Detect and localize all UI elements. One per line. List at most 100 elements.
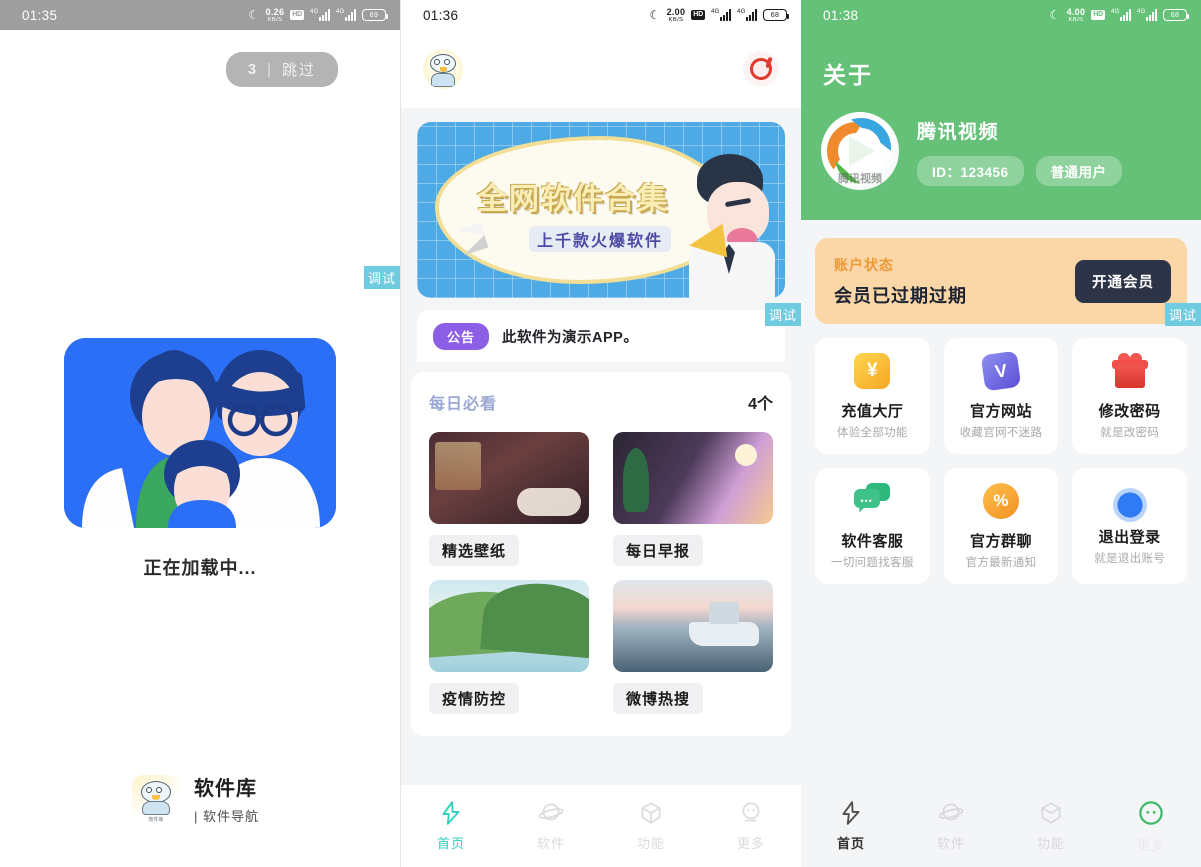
tab-more[interactable]: 更多	[701, 800, 801, 852]
skip-label: 跳过	[281, 62, 316, 79]
profile-block: 腾讯视频 腾讯视频 ID：123456 普通用户	[801, 90, 1201, 190]
tab-features[interactable]: 功能	[601, 800, 701, 852]
profile-info: 腾讯视频 ID：123456 普通用户	[917, 117, 1122, 186]
tile-thumbnail	[429, 580, 589, 672]
tab-label: 软件	[536, 836, 565, 851]
tab-label: 软件	[936, 836, 965, 851]
status-time: 01:36	[423, 7, 459, 23]
id-chip: ID：123456	[917, 155, 1024, 186]
splash-screen-panel: 01:35 ☾ 0.26 KB/S HD 4G 4G 69 3 | 跳过 调试 …	[0, 0, 400, 867]
app-name: 软件库	[194, 778, 257, 800]
card-desc: 收藏官网不迷路	[959, 426, 1043, 439]
tab-software[interactable]: 软件	[501, 800, 601, 852]
section-header: 每日必看 4个	[429, 390, 773, 414]
card-title: 官方网站	[969, 402, 1032, 420]
signal-icon-1: 4G	[1111, 9, 1131, 21]
network-speed: 0.26 KB/S	[265, 6, 285, 23]
home-screen-panel: 01:36 ☾ 2.00 KB/S HD 4G 4G 68 全网软件合集 上千款…	[400, 0, 801, 867]
signal-icon-2: 4G	[336, 9, 356, 21]
card-change-password[interactable]: 修改密码 就是改密码	[1072, 338, 1187, 454]
skip-countdown: 3	[247, 61, 259, 78]
debug-badge[interactable]: 调试	[1164, 303, 1201, 326]
signal-icon-1: 4G	[310, 9, 330, 21]
about-header: 01:38 ☾ 4.00 KB/S HD 4G 4G 68 关于 腾讯视频 腾讯…	[801, 0, 1201, 220]
section-count: 4个	[748, 396, 773, 413]
banner-title: 全网软件合集	[477, 183, 669, 216]
debug-badge[interactable]: 调试	[363, 266, 400, 289]
smiley-icon	[1139, 801, 1163, 825]
tile-label: 疫情防控	[429, 683, 520, 714]
network-speed: 4.00 KB/S	[1066, 6, 1086, 23]
list-item[interactable]: 微博热搜	[613, 580, 773, 714]
list-item[interactable]: 精选壁纸	[429, 432, 589, 566]
debug-badge[interactable]: 调试	[764, 303, 801, 326]
card-customer-service[interactable]: ••• 软件客服 一切问题找客服	[815, 468, 930, 584]
avatar[interactable]	[423, 49, 463, 89]
status-time: 01:35	[22, 7, 58, 23]
status-time: 01:38	[823, 7, 859, 23]
status-bar: 01:35 ☾ 0.26 KB/S HD 4G 4G 69	[0, 0, 400, 30]
skip-button[interactable]: 3 | 跳过	[225, 52, 338, 87]
banner-subtitle: 上千款火爆软件	[529, 226, 672, 252]
tab-home[interactable]: 首页	[801, 800, 901, 852]
card-official-site[interactable]: V 官方网站 收藏官网不迷路	[943, 338, 1059, 454]
tab-home[interactable]: 首页	[401, 800, 501, 852]
announcement-badge: 公告	[433, 322, 490, 350]
tab-software[interactable]: 软件	[901, 800, 1001, 852]
list-item[interactable]: 疫情防控	[429, 580, 589, 714]
about-screen-panel: 01:38 ☾ 4.00 KB/S HD 4G 4G 68 关于 腾讯视频 腾讯…	[801, 0, 1201, 867]
profile-chips: ID：123456 普通用户	[917, 155, 1122, 186]
megaphone-character	[677, 150, 781, 298]
moon-icon: ☾	[649, 8, 661, 22]
gift-icon	[1111, 352, 1148, 389]
app-branding: 软件库 软件库 | 软件导航	[132, 772, 259, 825]
family-illustration-svg	[64, 338, 336, 528]
feature-grid: ¥ 充值大厅 体验全部功能 V 官方网站 收藏官网不迷路 修改密码 就是改密码 …	[801, 324, 1201, 584]
tile-grid: 精选壁纸 每日早报 疫情防控 微博热搜	[429, 432, 773, 714]
account-status-value: 会员已过期过期	[834, 285, 967, 306]
tile-label: 微博热搜	[613, 683, 704, 714]
account-status-text: 账户状态 会员已过期过期	[834, 255, 967, 308]
status-bar: 01:36 ☾ 2.00 KB/S HD 4G 4G 68	[401, 0, 801, 30]
status-bar: 01:38 ☾ 4.00 KB/S HD 4G 4G 68	[801, 0, 1201, 30]
signal-icon-2: 4G	[1137, 9, 1157, 21]
signal-icon-2: 4G	[737, 9, 757, 21]
avatar[interactable]: 腾讯视频	[821, 112, 899, 190]
status-icons: ☾ 4.00 KB/S HD 4G 4G 68	[1049, 6, 1189, 23]
bolt-icon	[842, 801, 860, 825]
level-chip: 普通用户	[1035, 155, 1122, 186]
open-membership-button[interactable]: 开通会员	[1075, 259, 1171, 303]
card-recharge[interactable]: ¥ 充值大厅 体验全部功能	[815, 338, 930, 454]
splash-content: 正在加载中...	[0, 338, 400, 580]
app-logo-icon: 软件库	[132, 774, 180, 823]
battery-icon: 69	[362, 9, 388, 21]
status-icons: ☾ 0.26 KB/S HD 4G 4G 69	[249, 6, 388, 23]
card-desc: 一切问题找客服	[831, 556, 914, 569]
smiley-icon	[742, 802, 760, 822]
announcement-bar[interactable]: 公告 此软件为演示APP。	[417, 310, 785, 362]
bottom-navigation: 首页 软件 功能 更多	[801, 785, 1201, 867]
family-illustration	[64, 338, 336, 528]
list-item[interactable]: 每日早报	[613, 432, 773, 566]
moon-icon: ☾	[1049, 8, 1061, 22]
card-title: 退出登录	[1098, 528, 1161, 546]
tile-thumbnail	[613, 580, 773, 672]
tab-features[interactable]: 功能	[1001, 800, 1101, 852]
app-branding-text: 软件库 | 软件导航	[194, 772, 259, 825]
card-logout[interactable]: 退出登录 就是退出账号	[1072, 468, 1187, 584]
card-title: 软件客服	[841, 532, 904, 550]
profile-name: 腾讯视频	[917, 121, 1000, 143]
bottom-navigation: 首页 软件 功能 更多	[401, 785, 801, 867]
music-icon[interactable]	[743, 51, 779, 87]
avatar-watermark: 腾讯视频	[838, 173, 882, 185]
battery-icon: 68	[763, 9, 789, 21]
loading-text: 正在加载中...	[143, 558, 257, 578]
promo-banner[interactable]: ★ 全网软件合集 上千款火爆软件	[417, 122, 785, 298]
card-title: 官方群聊	[969, 532, 1032, 550]
tile-label: 精选壁纸	[429, 535, 520, 566]
three-phone-screenshots: 01:35 ☾ 0.26 KB/S HD 4G 4G 69 3 | 跳过 调试 …	[0, 0, 1201, 867]
card-official-group[interactable]: % 官方群聊 官方最新通知	[943, 468, 1059, 584]
yen-icon: ¥	[854, 352, 891, 389]
account-status-card: 账户状态 会员已过期过期 开通会员	[815, 238, 1187, 324]
tab-more[interactable]: 更多	[1101, 798, 1201, 854]
